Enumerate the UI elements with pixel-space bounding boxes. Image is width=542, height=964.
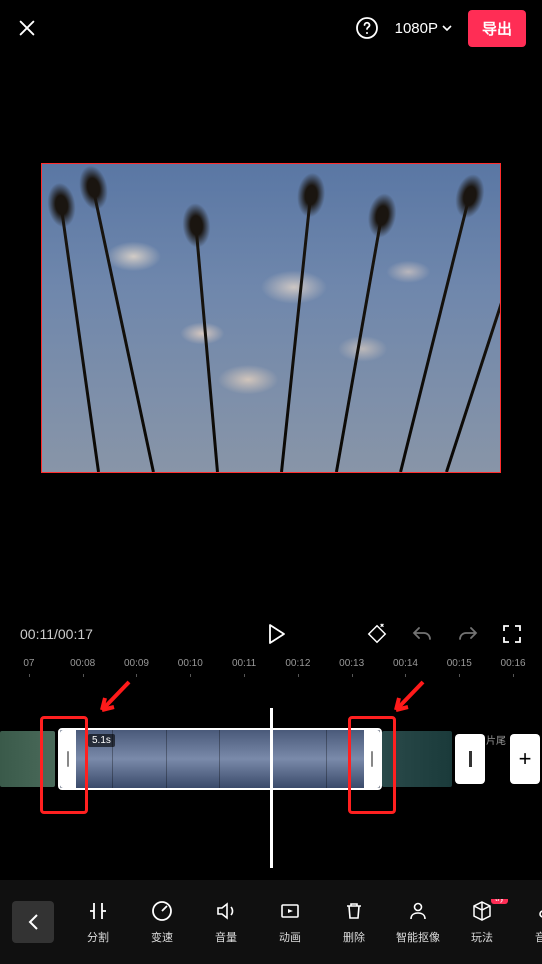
time-ruler[interactable]: 07 00:08 00:09 00:10 00:11 00:12 00:13 0…	[0, 658, 542, 688]
help-button[interactable]	[355, 16, 379, 40]
tool-label: 动画	[279, 929, 301, 945]
ruler-tick: 00:15	[432, 658, 486, 669]
ruler-tick: 00:10	[163, 658, 217, 669]
cutout-icon	[406, 899, 430, 923]
ruler-tick: 00:14	[379, 658, 433, 669]
close-button[interactable]	[16, 17, 38, 39]
split-icon	[86, 899, 110, 923]
chevron-left-icon	[27, 913, 39, 931]
tool-label: 玩法	[471, 929, 493, 945]
resolution-label: 1080P	[395, 20, 438, 37]
time-display: 00:11/00:17	[20, 626, 93, 642]
tool-delete[interactable]: 删除	[322, 899, 386, 945]
playhead[interactable]	[270, 708, 273, 868]
animation-icon	[278, 899, 302, 923]
tool-audio[interactable]: 音频	[514, 899, 542, 945]
tool-effects[interactable]: try 玩法	[450, 899, 514, 945]
fullscreen-button[interactable]	[502, 624, 522, 644]
preview-area	[0, 108, 542, 528]
video-preview[interactable]	[41, 163, 501, 473]
tool-label: 删除	[343, 929, 365, 945]
redo-button[interactable]	[456, 624, 480, 644]
ruler-tick: 07	[2, 658, 56, 669]
selected-clip[interactable]: 5.1s	[58, 728, 382, 790]
tool-cutout[interactable]: 智能抠像	[386, 899, 450, 945]
cube-icon	[470, 899, 494, 923]
try-badge: try	[491, 899, 508, 904]
tool-label: 分割	[87, 929, 109, 945]
tool-label: 变速	[151, 929, 173, 945]
timeline[interactable]: 5.1s 片尾 +	[0, 688, 542, 848]
keyframe-button[interactable]	[366, 623, 388, 645]
redo-icon	[456, 624, 480, 644]
ruler-tick: 00:16	[486, 658, 540, 669]
tool-label: 音频	[535, 929, 542, 945]
undo-button[interactable]	[410, 624, 434, 644]
resolution-selector[interactable]: 1080P	[395, 20, 452, 37]
chevron-down-icon	[442, 25, 452, 31]
ruler-tick: 00:08	[56, 658, 110, 669]
ruler-tick: 00:09	[110, 658, 164, 669]
adjacent-clip-left[interactable]	[0, 731, 55, 787]
speed-icon	[150, 899, 174, 923]
diamond-plus-icon	[366, 623, 388, 645]
ruler-tick: 00:12	[271, 658, 325, 669]
close-icon	[16, 17, 38, 39]
clip-duration-badge: 5.1s	[88, 734, 115, 747]
ruler-tick: 00:13	[325, 658, 379, 669]
delete-icon	[342, 899, 366, 923]
ruler-tick: 00:11	[217, 658, 271, 669]
ending-marker[interactable]	[455, 734, 485, 784]
clip-trim-handle-right[interactable]	[364, 730, 380, 788]
export-button[interactable]: 导出	[468, 10, 526, 47]
tool-animation[interactable]: 动画	[258, 899, 322, 945]
tool-split[interactable]: 分割	[66, 899, 130, 945]
back-button[interactable]	[12, 901, 54, 943]
tool-volume[interactable]: 音量	[194, 899, 258, 945]
clip-trim-handle-left[interactable]	[60, 730, 76, 788]
tool-label: 音量	[215, 929, 237, 945]
help-icon	[355, 16, 379, 40]
play-icon	[266, 623, 286, 645]
ending-label: 片尾	[486, 732, 506, 747]
play-button[interactable]	[266, 623, 286, 645]
add-clip-button[interactable]: +	[510, 734, 540, 784]
volume-icon	[214, 899, 238, 923]
undo-icon	[410, 624, 434, 644]
tool-speed[interactable]: 变速	[130, 899, 194, 945]
audio-icon	[534, 899, 542, 923]
tool-label: 智能抠像	[396, 929, 440, 945]
adjacent-clip-right[interactable]	[382, 731, 452, 787]
fullscreen-icon	[502, 624, 522, 644]
